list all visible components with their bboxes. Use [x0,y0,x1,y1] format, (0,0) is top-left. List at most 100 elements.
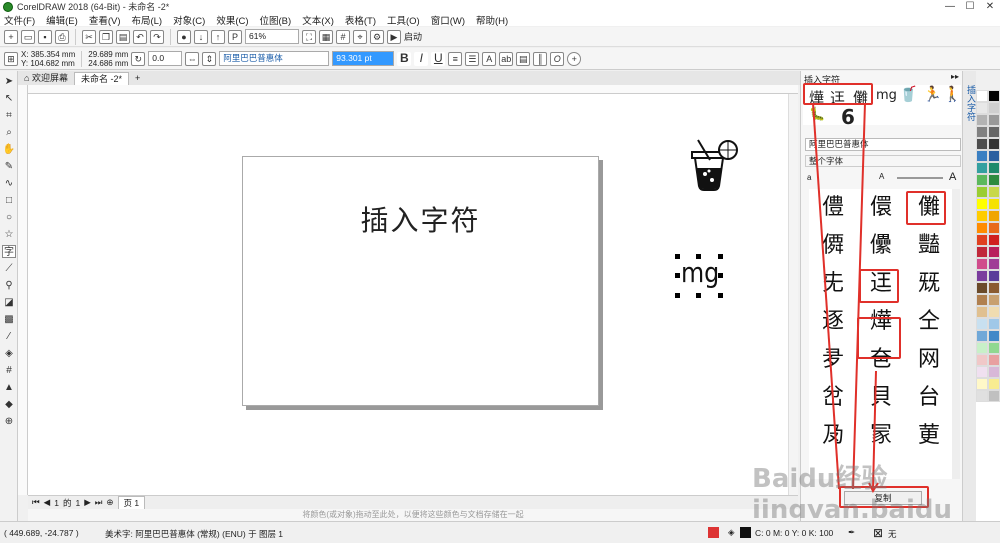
launch-label[interactable]: 启动 [404,30,422,43]
color-swatch[interactable] [988,342,1000,354]
color-swatch[interactable] [976,318,988,330]
full-screen-icon[interactable]: ⛶ [302,29,316,44]
color-swatch[interactable] [988,198,1000,210]
color-swatch[interactable] [988,162,1000,174]
selection-handle[interactable] [718,254,723,259]
font-family-select[interactable]: 阿里巴巴普惠体 [219,51,330,66]
color-swatch[interactable] [976,342,988,354]
export-icon[interactable]: ↑ [211,29,225,44]
mesh-fill-icon[interactable]: # [2,364,16,377]
import-icon[interactable]: ↓ [194,29,208,44]
pan-tool-icon[interactable]: ✋ [2,143,16,156]
color-swatch[interactable] [976,330,988,342]
add-icon[interactable]: + [567,51,582,66]
color-swatch[interactable] [976,114,988,126]
bullet-list-icon[interactable]: ☰ [465,51,480,66]
interactive-fill-icon[interactable]: ◈ [2,347,16,360]
color-swatch[interactable] [976,246,988,258]
width-field[interactable]: 29.689 mm [88,50,128,59]
drop-shadow-icon[interactable]: ◪ [2,296,16,309]
shape-tool-icon[interactable]: ↖ [2,92,16,105]
color-swatch[interactable] [988,270,1000,282]
text-tool-icon[interactable]: 字 [2,245,16,258]
smart-fill-icon[interactable]: ▲ [2,381,16,394]
menu-text[interactable]: 文本(X) [302,13,334,27]
vertical-ruler[interactable] [18,85,28,495]
color-swatch[interactable] [976,150,988,162]
dimension-tool-icon[interactable]: ⟋ [2,262,16,275]
selection-handle[interactable] [675,273,680,278]
color-swatch[interactable] [988,318,1000,330]
pick-tool-icon[interactable]: ➤ [2,75,16,88]
open-folder-icon[interactable]: ▭ [21,29,35,44]
color-swatch[interactable] [976,378,988,390]
color-swatch[interactable] [976,186,988,198]
next-page-icon[interactable]: ▶ [84,497,91,508]
document-page[interactable]: 插入字符 [242,156,599,406]
show-grid-icon[interactable]: # [336,29,350,44]
rotation-angle-field[interactable]: 0.0 [148,51,183,66]
launch-icon[interactable]: ▶ [387,29,401,44]
menu-edit[interactable]: 编辑(E) [46,13,78,27]
menu-window[interactable]: 窗口(W) [431,13,465,27]
color-swatch[interactable] [976,282,988,294]
underline-icon[interactable]: U [431,51,446,66]
menu-table[interactable]: 表格(T) [345,13,376,27]
fill-color-swatch[interactable] [740,527,751,538]
menu-help[interactable]: 帮助(H) [476,13,508,27]
search-content-icon[interactable]: ● [177,29,191,44]
color-swatch[interactable] [988,186,1000,198]
menu-tools[interactable]: 工具(O) [387,13,420,27]
cut-icon[interactable]: ✂ [82,29,96,44]
drink-glass-icon[interactable] [688,138,744,194]
color-swatch[interactable] [988,258,1000,270]
color-swatch[interactable] [988,282,1000,294]
menu-layout[interactable]: 布局(L) [131,13,162,27]
font-size-select[interactable]: 93.301 pt [332,51,395,66]
x-position-field[interactable]: X: 385.354 mm [21,50,75,59]
prev-page-icon[interactable]: ◀ [44,497,51,508]
zoom-level-select[interactable]: 61% [245,29,299,44]
selection-handle[interactable] [696,293,701,298]
transparency-icon[interactable]: ▩ [2,313,16,326]
vertical-text-icon[interactable]: ║ [533,51,548,66]
add-tool-icon[interactable]: ⊕ [2,415,16,428]
eraser-icon[interactable]: ◆ [2,398,16,411]
mirror-horizontal-icon[interactable]: ⇔ [185,51,200,66]
color-swatch[interactable] [976,270,988,282]
selection-handle[interactable] [718,273,723,278]
maximize-button[interactable]: ☐ [960,1,980,12]
color-swatch[interactable] [976,294,988,306]
crop-tool-icon[interactable]: ⌗ [2,109,16,122]
fill-bucket-icon[interactable]: ◈ [728,527,735,538]
outline-pen-icon[interactable]: ✒ [848,527,855,538]
color-swatch[interactable] [976,366,988,378]
color-swatch[interactable] [988,174,1000,186]
object-origin-icon[interactable]: ⊞ [4,51,18,66]
save-icon[interactable]: ▪ [38,29,52,44]
last-page-icon[interactable]: ⏭ [95,497,103,508]
color-swatch[interactable] [976,390,988,402]
minimize-button[interactable]: — [940,1,960,12]
color-swatch[interactable] [988,102,1000,114]
color-swatch[interactable] [976,222,988,234]
color-swatch[interactable] [988,246,1000,258]
color-swatch[interactable] [976,198,988,210]
paste-icon[interactable]: ▤ [116,29,130,44]
selection-handle[interactable] [675,293,680,298]
color-swatch[interactable] [976,306,988,318]
menu-bitmaps[interactable]: 位图(B) [260,13,292,27]
color-swatch[interactable] [976,90,988,102]
color-swatch[interactable] [988,210,1000,222]
height-field[interactable]: 24.686 mm [88,59,128,68]
color-swatch[interactable] [988,354,1000,366]
color-swatch[interactable] [976,354,988,366]
color-swatch[interactable] [988,126,1000,138]
italic-icon[interactable]: I [414,51,429,66]
connector-tool-icon[interactable]: ⚲ [2,279,16,292]
color-swatch[interactable] [988,306,1000,318]
tab-welcome[interactable]: ⌂ 欢迎屏幕 [18,72,74,85]
tab-untitled[interactable]: 未命名 -2* [73,72,129,85]
bold-icon[interactable]: B [397,51,412,66]
selected-mg-text[interactable]: mg [675,254,723,298]
